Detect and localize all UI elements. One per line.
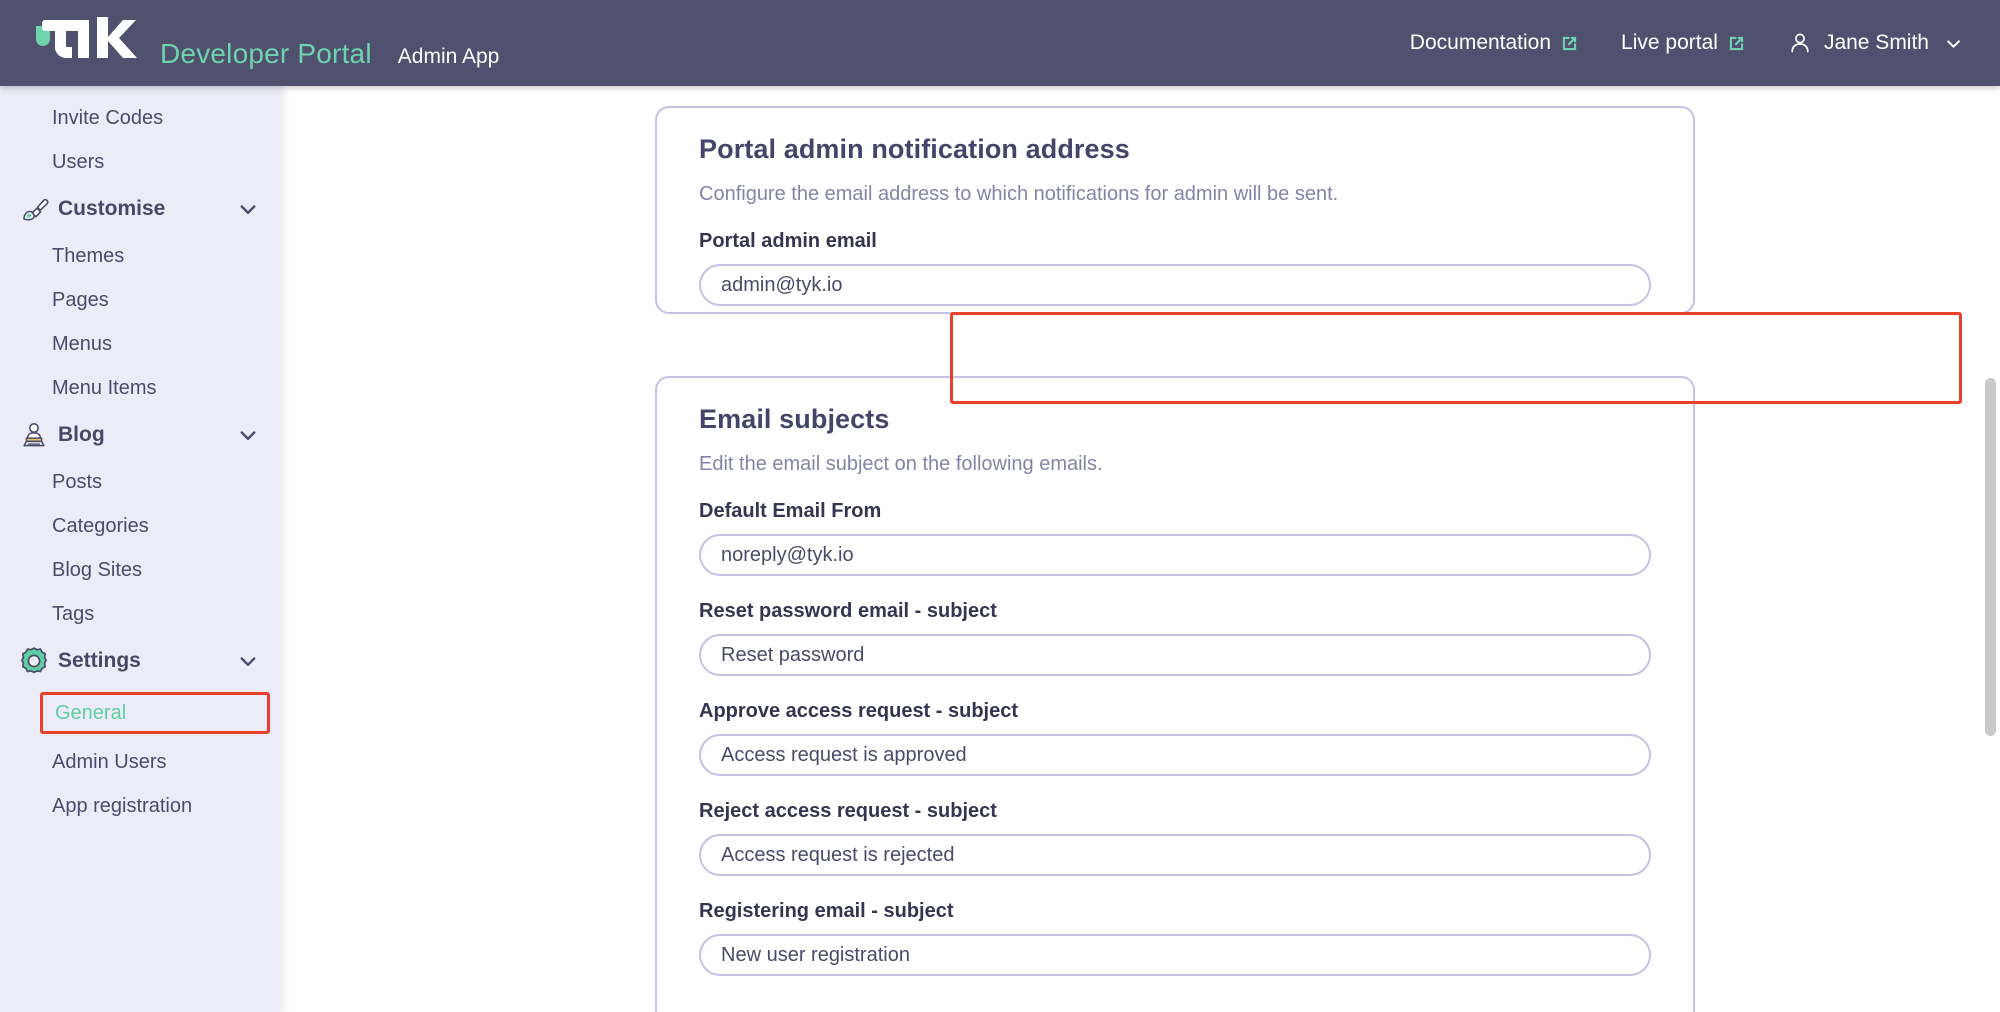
sidebar-group-customise[interactable]: Customise [0,184,280,234]
sidebar-item-general[interactable]: General [40,692,270,734]
card-portal-admin-notification-address: Portal admin notification address Config… [655,106,1695,314]
external-link-icon [1560,34,1579,53]
sidebar-item-menus[interactable]: Menus [0,322,280,366]
sidebar-item-app-registration[interactable]: App registration [0,784,280,828]
documentation-link[interactable]: Documentation [1410,31,1579,55]
sidebar-item-themes[interactable]: Themes [0,234,280,278]
sidebar-group-label: Settings [58,649,141,672]
sidebar-item-label: Menu Items [52,376,157,399]
sidebar-item-label: Themes [52,244,125,267]
sidebar-item-label: Pages [52,288,109,311]
topbar-right-actions: Documentation Live portal Jane Smith [1410,31,2000,55]
sidebar-item-label: Blog Sites [52,558,143,581]
paintbrush-icon [14,189,54,229]
sidebar-group-settings[interactable]: Settings [0,636,280,686]
sidebar-item-menu-items[interactable]: Menu Items [0,366,280,410]
sidebar-navigation: Invite Codes Users Customise Themes Page… [0,86,280,1012]
chevron-down-icon[interactable] [238,425,258,445]
live-portal-link[interactable]: Live portal [1621,31,1746,55]
field-label: Approve access request - subject [699,700,1019,722]
gear-icon [14,641,54,681]
sidebar-item-label: General [55,701,127,724]
reset-password-subject-input[interactable] [699,634,1651,676]
sidebar-item-label: Tags [52,602,95,625]
field-portal-admin-email: Portal admin email [657,206,1693,306]
field-registering-email-subject: Registering email - subject [657,876,1693,976]
field-reset-password-subject: Reset password email - subject [657,576,1693,676]
sidebar-item-posts[interactable]: Posts [0,460,280,504]
field-label: Default Email From [699,500,882,522]
registering-email-subject-input[interactable] [699,934,1651,976]
brand-title: Developer Portal [160,37,372,69]
portal-admin-email-input[interactable] [699,264,1651,306]
sidebar-item-label: Posts [52,470,103,493]
sidebar-item-invite-codes[interactable]: Invite Codes [0,96,280,140]
sidebar-item-users[interactable]: Users [0,140,280,184]
sidebar-item-label: Users [52,150,105,173]
chevron-down-icon[interactable] [238,651,258,671]
field-label: Reject access request - subject [699,800,997,822]
sidebar-item-label: Admin Users [52,750,167,773]
sidebar-group-label: Customise [58,197,166,220]
card-description: Configure the email address to which not… [699,183,1339,205]
user-avatar-icon [1788,31,1812,55]
sidebar-item-label: Invite Codes [52,106,164,129]
sidebar-item-label: App registration [52,794,193,817]
sidebar-item-blog-sites[interactable]: Blog Sites [0,548,280,592]
field-label: Portal admin email [699,230,877,252]
top-header-bar: Developer Portal Admin App Documentation… [0,0,2000,86]
brand-subtitle: Admin App [397,44,500,68]
card-title: Email subjects [699,404,890,434]
reject-access-request-subject-input[interactable] [699,834,1651,876]
field-reject-access-request-subject: Reject access request - subject [657,776,1693,876]
card-description: Edit the email subject on the following … [699,453,1103,475]
tyk-logo[interactable] [34,16,146,63]
field-approve-access-request-subject: Approve access request - subject [657,676,1693,776]
field-default-email-from: Default Email From [657,476,1693,576]
brand-area: Developer Portal Admin App [0,16,500,70]
chevron-down-icon[interactable] [238,199,258,219]
external-link-icon [1727,34,1746,53]
blog-desk-icon [14,415,54,455]
sidebar-item-label: Menus [52,332,113,355]
sidebar-item-label: Categories [52,514,149,537]
field-label: Reset password email - subject [699,600,997,622]
sidebar-item-tags[interactable]: Tags [0,592,280,636]
default-email-from-input[interactable] [699,534,1651,576]
user-name: Jane Smith [1823,31,1929,54]
vertical-scrollbar-thumb[interactable] [1985,378,1996,736]
sidebar-item-categories[interactable]: Categories [0,504,280,548]
documentation-link-label: Documentation [1409,31,1552,54]
chevron-down-icon [1945,35,1962,52]
sidebar-group-blog[interactable]: Blog [0,410,280,460]
sidebar-item-admin-users[interactable]: Admin Users [0,740,280,784]
card-title: Portal admin notification address [699,134,1130,164]
field-label: Registering email - subject [699,900,954,922]
sidebar-item-pages[interactable]: Pages [0,278,280,322]
approve-access-request-subject-input[interactable] [699,734,1651,776]
main-content-area: Portal admin notification address Config… [280,86,2000,1012]
card-email-subjects: Email subjects Edit the email subject on… [655,376,1695,1012]
sidebar-group-label: Blog [58,423,105,446]
user-menu[interactable]: Jane Smith [1788,31,1962,55]
live-portal-link-label: Live portal [1621,31,1718,54]
